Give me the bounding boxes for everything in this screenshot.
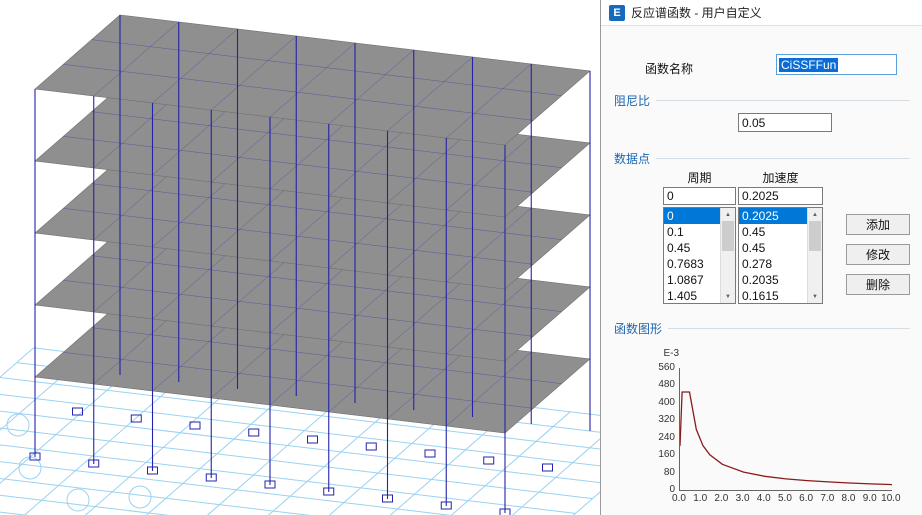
group-divider bbox=[656, 158, 910, 159]
dialog-title: 反应谱函数 - 用户自定义 bbox=[631, 4, 762, 21]
list-item[interactable]: 0.2035 bbox=[739, 272, 807, 288]
scroll-up-icon[interactable]: ▲ bbox=[808, 208, 822, 221]
acceleration-listbox[interactable]: 0.20250.450.450.2780.20350.1615 ▲ ▼ bbox=[738, 207, 823, 304]
acceleration-input[interactable] bbox=[738, 187, 823, 205]
group-divider bbox=[656, 100, 910, 101]
model-3d-viewport[interactable] bbox=[0, 0, 600, 515]
list-item[interactable]: 0.1615 bbox=[739, 288, 807, 303]
list-item[interactable]: 0 bbox=[664, 208, 720, 224]
response-spectrum-dialog: E 反应谱函数 - 用户自定义 函数名称 CiSSFFun 阻尼比 数据点 周期… bbox=[600, 0, 922, 515]
period-scrollbar[interactable]: ▲ ▼ bbox=[720, 208, 735, 303]
x-tick-label: 10.0 bbox=[881, 493, 901, 504]
scroll-down-icon[interactable]: ▼ bbox=[721, 290, 735, 303]
function-name-input[interactable]: CiSSFFun bbox=[776, 54, 897, 75]
scroll-thumb[interactable] bbox=[722, 221, 734, 251]
period-listbox[interactable]: 00.10.450.76831.08671.405 ▲ ▼ bbox=[663, 207, 736, 304]
x-tick-label: 6.0 bbox=[796, 493, 816, 504]
damping-ratio-input[interactable] bbox=[738, 113, 832, 132]
y-axis-tick-labels: 560480400320240160800 bbox=[639, 362, 675, 496]
x-tick-label: 9.0 bbox=[860, 493, 880, 504]
damping-group-label: 阻尼比 bbox=[614, 92, 650, 109]
spectrum-curve bbox=[680, 392, 892, 485]
y-tick-label: 240 bbox=[639, 432, 675, 444]
data-points-group-header: 数据点 bbox=[614, 150, 910, 167]
screen: E 反应谱函数 - 用户自定义 函数名称 CiSSFFun 阻尼比 数据点 周期… bbox=[0, 0, 922, 515]
scroll-track[interactable] bbox=[808, 221, 822, 290]
list-item[interactable]: 0.45 bbox=[664, 240, 720, 256]
scroll-down-icon[interactable]: ▼ bbox=[808, 290, 822, 303]
scroll-up-icon[interactable]: ▲ bbox=[721, 208, 735, 221]
scroll-track[interactable] bbox=[721, 221, 735, 290]
app-logo-icon: E bbox=[609, 5, 625, 21]
y-tick-label: 400 bbox=[639, 397, 675, 409]
list-item[interactable]: 1.405 bbox=[664, 288, 720, 303]
period-column-header: 周期 bbox=[663, 169, 736, 186]
x-tick-label: 4.0 bbox=[754, 493, 774, 504]
dialog-titlebar[interactable]: E 反应谱函数 - 用户自定义 bbox=[601, 0, 922, 26]
graph-group-label: 函数图形 bbox=[614, 320, 662, 337]
list-item[interactable]: 0.1 bbox=[664, 224, 720, 240]
function-graph-plot bbox=[679, 368, 892, 491]
x-tick-label: 3.0 bbox=[733, 493, 753, 504]
damping-group-header: 阻尼比 bbox=[614, 92, 910, 109]
acceleration-column-header: 加速度 bbox=[738, 169, 823, 186]
list-item[interactable]: 0.278 bbox=[739, 256, 807, 272]
list-item[interactable]: 0.45 bbox=[739, 224, 807, 240]
delete-button[interactable]: 删除 bbox=[846, 274, 910, 295]
modify-button[interactable]: 修改 bbox=[846, 244, 910, 265]
structural-model-render bbox=[0, 0, 600, 515]
scroll-thumb[interactable] bbox=[809, 221, 821, 251]
period-input[interactable] bbox=[663, 187, 736, 205]
list-item[interactable]: 0.7683 bbox=[664, 256, 720, 272]
graph-group-header: 函数图形 bbox=[614, 320, 910, 337]
spectrum-curve-canvas bbox=[680, 368, 892, 490]
x-axis-tick-labels: 0.01.02.03.04.05.06.07.08.09.010.0 bbox=[669, 493, 901, 504]
function-name-label: 函数名称 bbox=[645, 60, 693, 77]
y-axis-unit-label: E-3 bbox=[651, 348, 679, 359]
y-tick-label: 560 bbox=[639, 362, 675, 374]
x-tick-label: 8.0 bbox=[839, 493, 859, 504]
group-divider bbox=[668, 328, 910, 329]
function-name-value: CiSSFFun bbox=[779, 58, 838, 72]
y-tick-label: 160 bbox=[639, 449, 675, 461]
x-tick-label: 2.0 bbox=[711, 493, 731, 504]
x-tick-label: 7.0 bbox=[817, 493, 837, 504]
x-tick-label: 5.0 bbox=[775, 493, 795, 504]
y-tick-label: 480 bbox=[639, 379, 675, 391]
add-button[interactable]: 添加 bbox=[846, 214, 910, 235]
list-item[interactable]: 0.2025 bbox=[739, 208, 807, 224]
list-item[interactable]: 1.0867 bbox=[664, 272, 720, 288]
acceleration-scrollbar[interactable]: ▲ ▼ bbox=[807, 208, 822, 303]
x-tick-label: 0.0 bbox=[669, 493, 689, 504]
x-tick-label: 1.0 bbox=[690, 493, 710, 504]
y-tick-label: 320 bbox=[639, 414, 675, 426]
list-item[interactable]: 0.45 bbox=[739, 240, 807, 256]
y-tick-label: 80 bbox=[639, 467, 675, 479]
data-points-group-label: 数据点 bbox=[614, 150, 650, 167]
